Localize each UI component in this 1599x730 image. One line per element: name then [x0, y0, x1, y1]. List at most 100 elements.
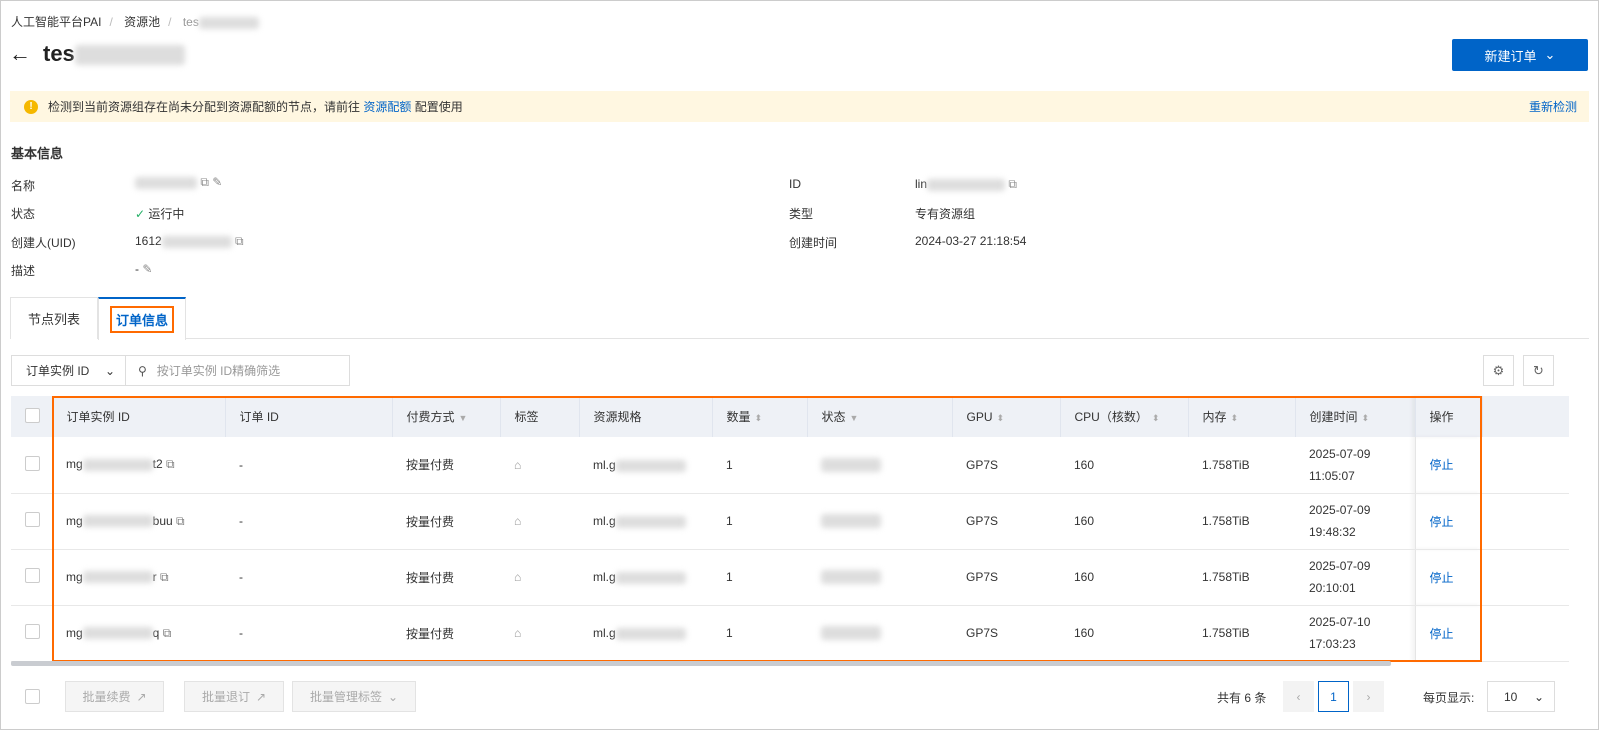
col-status-label: 状态 — [821, 410, 846, 424]
tabs: 节点列表 订单信息 — [10, 297, 1589, 340]
row-checkbox[interactable] — [25, 624, 40, 639]
refresh-button[interactable]: ↻ — [1523, 355, 1554, 386]
stop-link[interactable]: 停止 — [1430, 571, 1454, 585]
type-label: 类型 — [789, 207, 814, 221]
col-created-label: 创建时间 — [1309, 410, 1358, 424]
quantity: 1 — [712, 549, 807, 606]
stop-link[interactable]: 停止 — [1430, 627, 1454, 641]
status-value — [821, 570, 881, 585]
page-1-button[interactable]: 1 — [1318, 681, 1349, 712]
copy-icon[interactable]: ⧉ — [235, 234, 244, 248]
check-icon: ✓ — [135, 207, 146, 221]
quantity: 1 — [712, 493, 807, 550]
col-mem-label: 内存 — [1202, 410, 1227, 424]
chevron-right-icon: › — [1366, 689, 1371, 704]
memory: 1.758TiB — [1188, 493, 1295, 550]
prev-page-button[interactable]: ‹ — [1283, 681, 1314, 712]
tag-icon[interactable]: ⌂ — [514, 626, 521, 640]
filter-field-select[interactable]: 订单实例 ID ⌄ — [12, 356, 126, 385]
copy-icon[interactable]: ⧉ — [163, 626, 172, 640]
batch-unsubscribe-button[interactable]: 批量退订 ↗ — [184, 681, 284, 712]
footer-select-checkbox[interactable] — [25, 689, 40, 704]
col-instance-id: 订单实例 ID — [52, 396, 226, 437]
stop-link[interactable]: 停止 — [1430, 458, 1454, 472]
orders-table: 订单实例 ID 订单 ID 付费方式 ▼ 标签 资源规格 数量 ⬍ 状态 ▼ GPU ⬍… — [11, 396, 1569, 662]
tag-icon[interactable]: ⌂ — [514, 514, 521, 528]
col-tags: 标签 — [500, 396, 580, 437]
order-id: - — [225, 549, 392, 606]
created-date: 2025-07-10 — [1309, 615, 1371, 629]
instance-id-suffix: buu — [152, 513, 173, 528]
recheck-link[interactable]: 重新检测 — [1529, 98, 1577, 115]
external-link-icon: ↗ — [136, 689, 147, 704]
status-value — [821, 626, 881, 641]
row-checkbox[interactable] — [25, 568, 40, 583]
external-link-icon: ↗ — [255, 689, 267, 704]
sort-icon[interactable]: ⬍ — [1362, 413, 1370, 423]
copy-icon[interactable]: ⧉ — [160, 570, 169, 584]
resource-spec: ml.g — [593, 514, 616, 528]
resource-spec: ml.g — [593, 457, 616, 472]
edit-icon[interactable]: ✎ — [212, 175, 222, 189]
copy-icon[interactable]: ⧉ — [1008, 177, 1017, 191]
sort-icon[interactable]: ⬍ — [755, 413, 763, 423]
chevron-left-icon: ‹ — [1296, 689, 1301, 704]
horizontal-scrollbar[interactable] — [11, 661, 1391, 666]
col-cpu: CPU（核数） ⬍ — [1060, 396, 1189, 437]
page-header: ← tes — [9, 41, 185, 67]
sort-icon[interactable]: ⬍ — [1231, 413, 1239, 423]
pay-type: 按量付费 — [392, 605, 500, 662]
cpu: 160 — [1060, 493, 1188, 550]
filter-bar: 订单实例 ID ⌄ ⚲ 按订单实例 ID精确筛选 — [11, 355, 350, 386]
new-order-button[interactable]: 新建订单 ⌄ — [1452, 39, 1588, 71]
row-checkbox[interactable] — [25, 455, 40, 471]
quantity: 1 — [712, 605, 807, 662]
resource-quota-link[interactable]: 资源配额 — [363, 98, 411, 115]
cpu: 160 — [1060, 437, 1188, 494]
filter-icon[interactable]: ▼ — [850, 413, 859, 423]
sort-icon[interactable]: ⬍ — [997, 413, 1005, 423]
created-time: 19:48:32 — [1309, 525, 1356, 539]
select-all-checkbox[interactable] — [25, 407, 40, 423]
batch-renew-button[interactable]: 批量续费 ↗ — [65, 681, 164, 712]
table-row: mg buu ⧉ - 按量付费 ⌂ ml.g 1 GP7S 160 1.758Ti… — [11, 493, 1569, 550]
col-created: 创建时间 ⬍ — [1295, 396, 1416, 437]
memory: 1.758TiB — [1188, 437, 1295, 494]
copy-icon[interactable]: ⧉ — [176, 514, 185, 528]
creator-value: 1612 — [135, 234, 162, 248]
breadcrumb-pool[interactable]: 资源池 — [124, 15, 160, 29]
name-label: 名称 — [11, 179, 36, 193]
search-input[interactable]: ⚲ 按订单实例 ID精确筛选 — [126, 362, 280, 379]
cpu: 160 — [1060, 605, 1188, 662]
search-placeholder: 按订单实例 ID精确筛选 — [156, 364, 281, 378]
copy-icon[interactable]: ⧉ — [200, 175, 209, 189]
tag-icon[interactable]: ⌂ — [514, 458, 521, 472]
copy-icon[interactable]: ⧉ — [166, 457, 175, 471]
stop-link[interactable]: 停止 — [1430, 515, 1454, 529]
per-page-label: 每页显示: — [1423, 691, 1475, 705]
table-row: mg t2 ⧉ - 按量付费 ⌂ ml.g 1 GP7S 160 1.758TiB… — [11, 437, 1569, 494]
back-arrow-icon[interactable]: ← — [9, 41, 31, 67]
batch-tags-button[interactable]: 批量管理标签 ⌄ — [292, 681, 416, 712]
table-header: 订单实例 ID 订单 ID 付费方式 ▼ 标签 资源规格 数量 ⬍ 状态 ▼ GPU ⬍… — [11, 396, 1569, 437]
batch-renew-label: 批量续费 — [82, 690, 131, 704]
warning-alert: ! 检测到当前资源组存在尚未分配到资源配额的节点，请前往 资源配额 配置使用 重… — [10, 91, 1589, 122]
status-value — [821, 458, 881, 473]
tab-order-info[interactable]: 订单信息 — [98, 297, 186, 340]
desc-label: 描述 — [11, 264, 36, 278]
next-page-button[interactable]: › — [1353, 681, 1384, 712]
settings-button[interactable]: ⚙ — [1483, 355, 1514, 386]
memory: 1.758TiB — [1188, 549, 1295, 606]
breadcrumb-pai[interactable]: 人工智能平台PAI — [11, 15, 101, 29]
tab-node-list[interactable]: 节点列表 — [10, 297, 98, 339]
sort-icon[interactable]: ⬍ — [1152, 413, 1160, 423]
status-value — [821, 514, 881, 529]
col-gpu: GPU ⬍ — [952, 396, 1061, 437]
table-row: mg r ⧉ - 按量付费 ⌂ ml.g 1 GP7S 160 1.758TiB … — [11, 549, 1569, 606]
row-checkbox[interactable] — [25, 512, 40, 527]
edit-icon[interactable]: ✎ — [142, 262, 152, 276]
per-page-select[interactable]: 10 ⌄ — [1487, 681, 1555, 712]
filter-icon[interactable]: ▼ — [459, 413, 468, 423]
tag-icon[interactable]: ⌂ — [514, 570, 521, 584]
page-title: tes — [43, 41, 75, 66]
